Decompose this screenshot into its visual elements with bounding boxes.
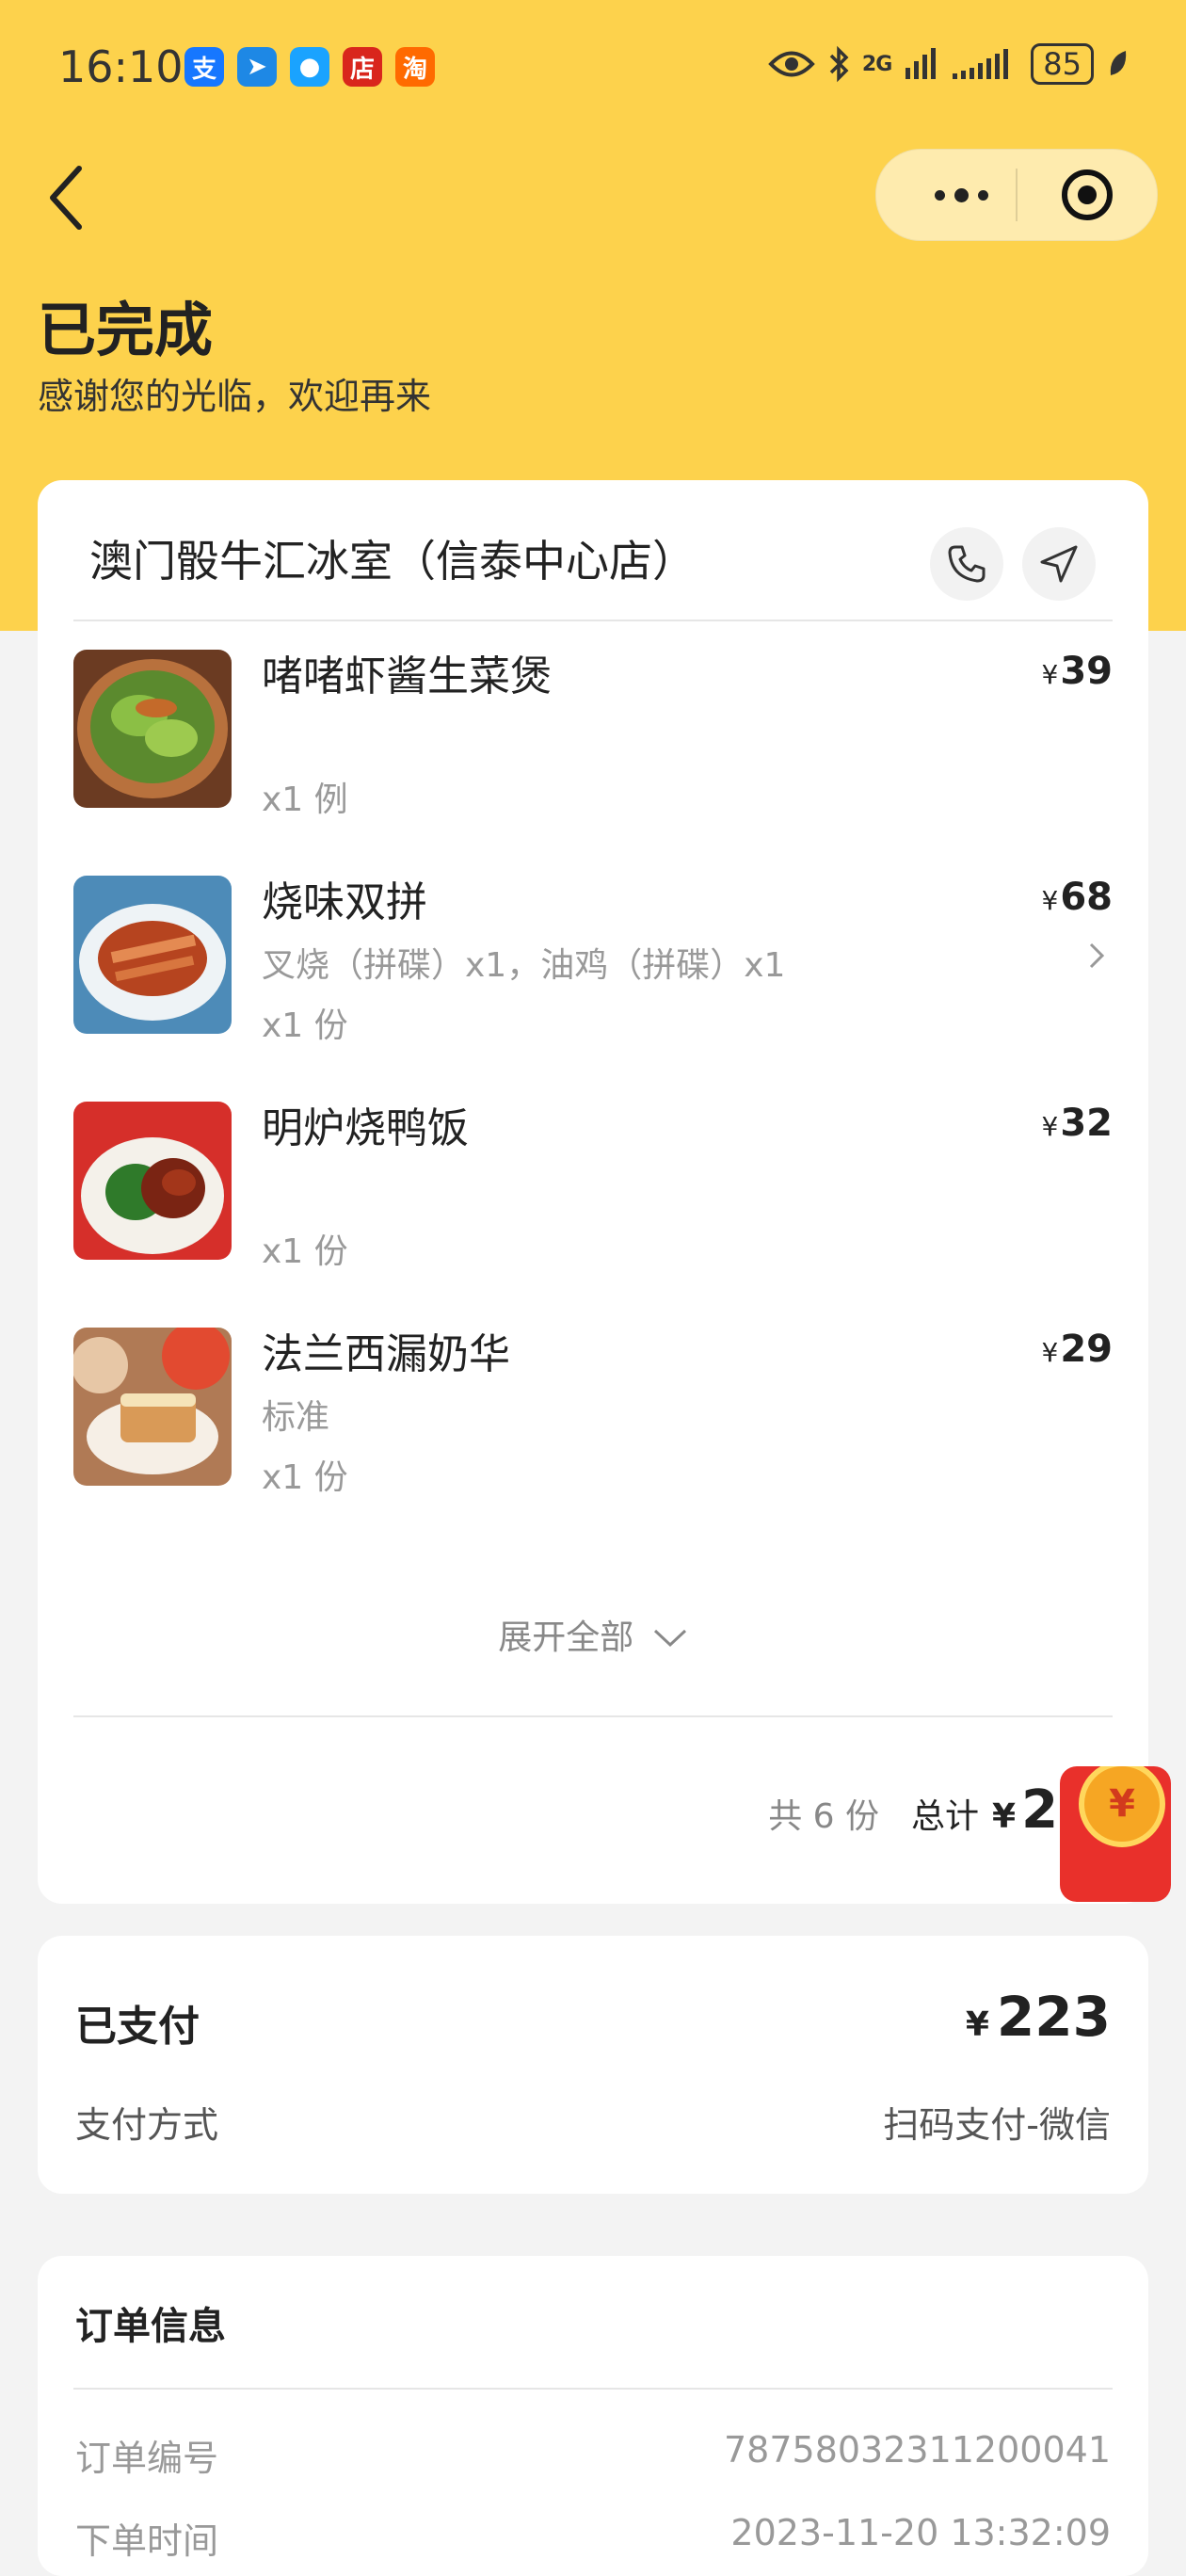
item-price-value: 32	[1060, 1102, 1113, 1145]
phone-icon	[948, 545, 986, 583]
order-items-card: 澳门骰牛汇冰室（信泰中心店） 啫啫虾酱生菜煲 x1 例 ¥39 烧味双拼 叉烧（…	[38, 480, 1148, 1904]
item-quantity: x1 份	[262, 1006, 348, 1045]
dish-image	[73, 1328, 232, 1486]
red-packet-button[interactable]: ¥	[1060, 1766, 1171, 1902]
shop-name[interactable]: 澳门骰牛汇冰室（信泰中心店）	[89, 527, 696, 589]
battery-level: 85	[1031, 43, 1094, 85]
more-dot	[977, 189, 988, 201]
close-miniprogram-button[interactable]	[1061, 169, 1114, 221]
back-arrow-icon	[50, 166, 82, 230]
expand-all-label: 展开全部	[498, 1618, 634, 1657]
total-label: 总计	[911, 1797, 980, 1836]
leaf-icon	[1110, 51, 1127, 75]
item-spec: 叉烧（拼碟）x1，油鸡（拼碟）x1	[262, 946, 786, 985]
item-name: 法兰西漏奶华	[262, 1330, 510, 1378]
navigation-app-icon: ➤	[237, 47, 277, 87]
currency-symbol: ¥	[992, 1797, 1017, 1836]
status-time: 16:10	[58, 41, 184, 92]
miniprogram-capsule	[875, 149, 1158, 241]
order-status-title: 已完成	[38, 296, 214, 364]
more-dot	[934, 189, 945, 201]
bluetooth-icon	[829, 45, 849, 83]
item-price: ¥39	[1042, 650, 1114, 693]
item-quantity: x1 份	[262, 1458, 348, 1497]
order-item[interactable]: 烧味双拼 叉烧（拼碟）x1，油鸡（拼碟）x1 x1 份 ¥68	[73, 876, 1113, 1045]
coin-icon: ¥	[1079, 1766, 1165, 1847]
item-price: ¥32	[1042, 1102, 1114, 1145]
item-spec: 标准	[262, 1398, 330, 1437]
item-name: 明炉烧鸭饭	[262, 1104, 469, 1152]
eye-icon	[768, 51, 815, 77]
payment-method-label: 支付方式	[75, 2104, 219, 2146]
summary-divider	[73, 1715, 1113, 1717]
order-info-title: 订单信息	[75, 2305, 226, 2348]
item-price-value: 68	[1060, 876, 1113, 919]
more-button[interactable]	[914, 176, 1008, 214]
shop-divider	[73, 620, 1113, 621]
item-name: 啫啫虾酱生菜煲	[262, 652, 552, 700]
currency-symbol: ¥	[1041, 659, 1059, 690]
chevron-right-icon[interactable]	[1088, 942, 1105, 970]
item-quantity: x1 例	[262, 781, 348, 819]
chevron-down-icon	[653, 1629, 686, 1648]
currency-symbol: ¥	[1041, 885, 1059, 916]
order-number-label: 订单编号	[75, 2438, 219, 2479]
item-name: 烧味双拼	[262, 878, 427, 926]
currency-symbol: ¥	[1041, 1111, 1059, 1142]
item-price: ¥29	[1042, 1328, 1114, 1371]
dish-image	[73, 650, 232, 808]
back-button[interactable]	[45, 160, 102, 235]
item-price-value: 29	[1060, 1328, 1113, 1371]
alipay-icon: 支	[184, 47, 224, 87]
order-time: 2023-11-20 13:32:09	[730, 2512, 1111, 2553]
payment-method: 扫码支付-微信	[883, 2104, 1111, 2146]
dish-image	[73, 876, 232, 1034]
navigate-shop-button[interactable]	[1022, 527, 1096, 601]
payment-status-label: 已支付	[75, 2003, 200, 2051]
payment-card: 已支付 ¥223 支付方式 扫码支付-微信	[38, 1936, 1148, 2194]
navigation-arrow-icon	[1040, 545, 1078, 583]
order-number[interactable]: 78758032311200041	[724, 2429, 1111, 2471]
order-time-label: 下单时间	[75, 2520, 219, 2562]
order-item[interactable]: 法兰西漏奶华 标准 x1 份 ¥29	[73, 1328, 1113, 1497]
notification-icons: 支 ➤ ● 店 淘	[184, 47, 435, 87]
order-info-divider	[73, 2388, 1113, 2390]
item-quantity: x1 份	[262, 1232, 348, 1271]
network-type: 2G	[861, 52, 892, 76]
system-status: 2G 85	[768, 43, 1130, 85]
currency-symbol: ¥	[965, 2005, 989, 2044]
message-app-icon: ●	[290, 47, 329, 87]
currency-symbol: ¥	[1041, 1337, 1059, 1368]
dish-image	[73, 1102, 232, 1260]
paid-amount-value: 223	[996, 1985, 1111, 2049]
item-count: 共 6 份	[768, 1797, 880, 1836]
paid-amount: ¥223	[966, 1985, 1111, 2049]
capsule-divider	[1016, 169, 1018, 221]
call-shop-button[interactable]	[930, 527, 1003, 601]
store-app-icon: 店	[343, 47, 382, 87]
order-item[interactable]: 明炉烧鸭饭 x1 份 ¥32	[73, 1102, 1113, 1271]
more-dot	[954, 187, 969, 202]
taobao-icon: 淘	[395, 47, 435, 87]
order-item[interactable]: 啫啫虾酱生菜煲 x1 例 ¥39	[73, 650, 1113, 819]
item-price-value: 39	[1060, 650, 1113, 693]
expand-all-button[interactable]: 展开全部	[38, 1610, 1148, 1659]
item-price: ¥68	[1042, 876, 1114, 919]
order-status-subtitle: 感谢您的光临，欢迎再来	[38, 376, 432, 417]
order-info-card: 订单信息 订单编号 78758032311200041 下单时间 2023-11…	[38, 2256, 1148, 2576]
signal-2-icon	[953, 49, 1009, 79]
signal-icon	[906, 48, 937, 79]
